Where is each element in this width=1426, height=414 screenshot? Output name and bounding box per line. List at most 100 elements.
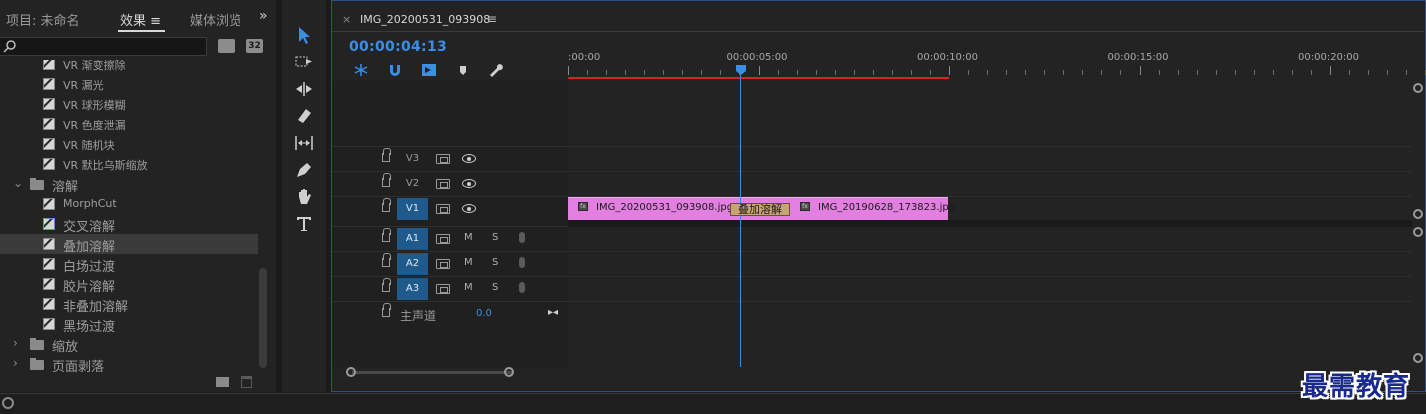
linked-selection-icon[interactable] (421, 63, 437, 77)
sync-lock-icon[interactable] (436, 204, 450, 214)
lock-icon[interactable] (382, 173, 391, 187)
eye-icon[interactable] (462, 179, 476, 188)
effects-folder[interactable]: › 缩放 (0, 334, 258, 355)
lock-icon[interactable] (382, 148, 391, 162)
audio-track[interactable]: A3 M S (332, 276, 1412, 300)
snap-icon[interactable] (387, 63, 403, 77)
mute-button[interactable]: M (464, 232, 473, 243)
ripple-edit-tool-icon[interactable] (290, 78, 318, 100)
nest-icon[interactable] (353, 63, 369, 77)
effect-item[interactable]: 白场过渡 (0, 254, 258, 275)
microphone-icon[interactable] (519, 232, 525, 243)
mute-button[interactable]: M (464, 282, 473, 293)
tab-media-browser[interactable]: 媒体浏览 (190, 10, 240, 29)
sequence-menu-icon[interactable]: ≡ (487, 12, 497, 26)
track-select-tool-icon[interactable] (290, 51, 318, 73)
microphone-icon[interactable] (519, 257, 525, 268)
audio-track[interactable]: A2 M S (332, 251, 1412, 275)
lock-icon[interactable] (382, 228, 391, 242)
sync-lock-icon[interactable] (436, 234, 450, 244)
clip-1[interactable]: fx IMG_20200531_093908.jpg (568, 197, 738, 220)
eye-icon[interactable] (462, 204, 476, 213)
slip-tool-icon[interactable] (290, 132, 318, 154)
solo-button[interactable]: S (492, 257, 498, 268)
track-target-button[interactable]: A3 (397, 278, 428, 300)
effects-folder[interactable]: ⌄ 溶解 (0, 174, 258, 195)
playhead-timecode[interactable]: 00:00:04:13 (349, 39, 447, 55)
effect-item[interactable]: 非叠加溶解 (0, 294, 258, 315)
effect-item[interactable]: VR 随机块 (0, 134, 258, 154)
video-vscroll-bottom-handle[interactable] (1413, 209, 1423, 219)
tab-project[interactable]: 项目: 未命名 (6, 10, 80, 29)
work-area-bar[interactable] (568, 77, 949, 79)
go-to-end-icon[interactable]: ▸◂ (548, 307, 558, 318)
pen-tool-icon[interactable] (290, 159, 318, 181)
track-target-button[interactable]: A2 (397, 253, 428, 275)
lock-icon[interactable] (382, 303, 391, 317)
tab-effects[interactable]: 效果 ≡ (118, 10, 166, 32)
video-vscroll-top-handle[interactable] (1413, 83, 1423, 93)
effect-item[interactable]: 黑场过渡 (0, 314, 258, 335)
effect-item[interactable]: MorphCut (0, 194, 258, 214)
time-ruler[interactable]: :00:00 00:00:05:00 00:00:10:00 00:00:15:00 0… (568, 41, 1426, 81)
effect-item[interactable]: VR 色度泄漏 (0, 114, 258, 134)
effect-item[interactable]: VR 漏光 (0, 74, 258, 94)
track-target-button[interactable]: V3 (397, 148, 428, 170)
effect-item[interactable]: 胶片溶解 (0, 274, 258, 295)
sync-lock-icon[interactable] (436, 154, 450, 164)
add-marker-icon[interactable] (455, 63, 471, 77)
lock-icon[interactable] (382, 198, 391, 212)
selection-tool-icon[interactable] (290, 24, 318, 46)
razor-tool-icon[interactable] (290, 105, 318, 127)
video-audio-divider[interactable] (568, 220, 1412, 227)
horizontal-zoom-scrollbar[interactable] (346, 367, 514, 377)
video-track[interactable]: V3 (332, 146, 1412, 170)
trash-icon[interactable] (241, 376, 252, 388)
status-icon[interactable] (2, 397, 14, 409)
chevron-down-icon[interactable]: ⌄ (13, 176, 23, 190)
sync-lock-icon[interactable] (436, 259, 450, 269)
master-volume-value[interactable]: 0.0 (476, 308, 492, 319)
settings-wrench-icon[interactable] (488, 63, 504, 77)
type-tool-icon[interactable] (290, 213, 318, 235)
chevron-right-icon[interactable]: › (13, 336, 18, 350)
accelerated-effects-button[interactable] (218, 39, 235, 53)
master-track[interactable]: 主声道 0.0 ▸◂ (332, 301, 1412, 325)
track-target-button[interactable]: V2 (397, 173, 428, 195)
effect-item[interactable]: 交叉溶解 (0, 214, 258, 235)
close-sequence-icon[interactable]: × (342, 13, 351, 26)
scroll-start-handle[interactable] (346, 367, 356, 377)
microphone-icon[interactable] (519, 282, 525, 293)
sequence-tab[interactable]: IMG_20200531_093908 (360, 13, 490, 26)
track-target-button[interactable]: V1 (397, 198, 428, 220)
new-folder-icon[interactable] (216, 377, 229, 387)
scroll-end-handle[interactable] (504, 367, 514, 377)
overflow-tabs-icon[interactable]: » (259, 8, 268, 24)
solo-button[interactable]: S (492, 282, 498, 293)
effect-item[interactable]: VR 球形模糊 (0, 94, 258, 114)
sync-lock-icon[interactable] (436, 284, 450, 294)
effects-scrollbar[interactable] (259, 268, 267, 368)
lock-icon[interactable] (382, 278, 391, 292)
effects-folder[interactable]: › 页面剥落 (0, 354, 258, 372)
hand-tool-icon[interactable] (290, 186, 318, 208)
video-track[interactable]: V2 (332, 171, 1412, 195)
32bit-effects-button[interactable]: 32 (246, 39, 263, 53)
master-track-label: 主声道 (400, 309, 437, 323)
eye-icon[interactable] (462, 154, 476, 163)
search-input[interactable] (0, 37, 207, 56)
tab-effects-menu-icon[interactable]: ≡ (150, 14, 161, 29)
chevron-right-icon[interactable]: › (13, 356, 18, 370)
track-target-button[interactable]: A1 (397, 228, 428, 250)
audio-vscroll-bottom-handle[interactable] (1413, 353, 1423, 363)
effect-item[interactable]: VR 渐变擦除 (0, 60, 258, 74)
solo-button[interactable]: S (492, 232, 498, 243)
mute-button[interactable]: M (464, 257, 473, 268)
audio-vscroll-top-handle[interactable] (1413, 227, 1423, 237)
lock-icon[interactable] (382, 253, 391, 267)
sync-lock-icon[interactable] (436, 179, 450, 189)
transition-cross-dissolve[interactable]: 叠加溶解 (730, 203, 790, 216)
audio-track[interactable]: A1 M S (332, 226, 1412, 250)
effect-item[interactable]: VR 默比乌斯缩放 (0, 154, 258, 174)
effect-item[interactable]: 叠加溶解 (0, 234, 258, 255)
